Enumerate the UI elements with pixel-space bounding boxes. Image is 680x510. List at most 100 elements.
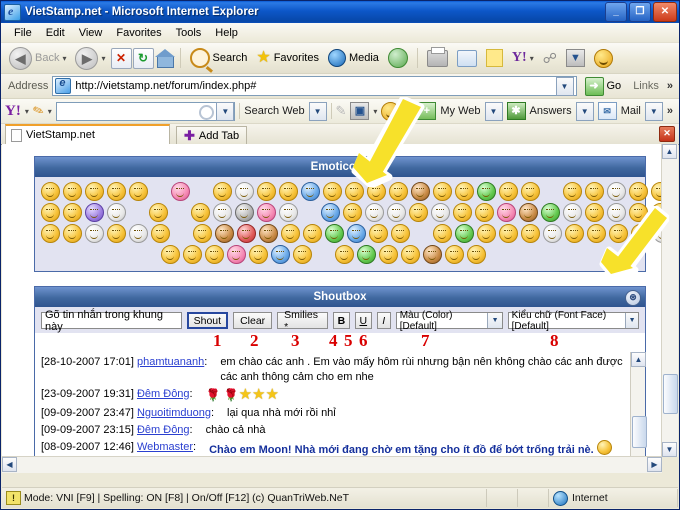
menu-item-favorites[interactable]: Favorites	[109, 25, 168, 41]
emoticon-button[interactable]	[279, 203, 298, 222]
emoticon-button[interactable]	[151, 224, 170, 243]
maximize-button[interactable]: ❐	[629, 2, 651, 22]
minimize-button[interactable]: _	[605, 2, 627, 22]
yahoo-messenger-button[interactable]	[590, 47, 617, 70]
shout-message-input[interactable]: Gõ tin nhắn trong khung này	[41, 309, 182, 333]
emoticon-button[interactable]	[477, 224, 496, 243]
emoticon-button[interactable]	[271, 245, 290, 264]
emoticon-button[interactable]	[237, 224, 256, 243]
my-web-button[interactable]: My Web	[440, 105, 480, 117]
emoticon-button[interactable]	[387, 203, 406, 222]
emoticon-button[interactable]	[259, 224, 278, 243]
emoticon-button[interactable]	[235, 203, 254, 222]
emoticon-button[interactable]	[499, 224, 518, 243]
emoticons-grid[interactable]	[35, 177, 662, 271]
emoticon-button[interactable]	[629, 182, 648, 201]
emoticon-button[interactable]	[213, 182, 232, 201]
page-scroll-down-button[interactable]: ▼	[662, 442, 677, 457]
emoticon-button[interactable]	[257, 203, 276, 222]
shoutbox-scroll-up-button[interactable]: ▲	[631, 352, 646, 367]
search-web-button[interactable]: Search Web	[244, 105, 304, 117]
emoticon-button[interactable]	[607, 203, 626, 222]
emoticon-button[interactable]	[411, 182, 430, 201]
download-button[interactable]: ▼	[562, 47, 589, 69]
home-button[interactable]	[154, 49, 175, 68]
emoticon-button[interactable]	[323, 182, 342, 201]
emoticon-button[interactable]	[467, 245, 486, 264]
emoticon-button[interactable]	[85, 224, 104, 243]
smilies-button[interactable]: Smilies *	[277, 309, 329, 333]
emoticon-button[interactable]	[497, 203, 516, 222]
emoticon-button[interactable]	[521, 224, 540, 243]
emoticon-button[interactable]	[565, 224, 584, 243]
emoticon-button[interactable]	[335, 245, 354, 264]
add-tab-button[interactable]: ✚ Add Tab	[176, 126, 248, 144]
emoticon-button[interactable]	[475, 203, 494, 222]
page-scroll-thumb[interactable]	[663, 374, 678, 414]
emoticon-button[interactable]	[585, 203, 604, 222]
emoticon-button[interactable]	[401, 245, 420, 264]
emoticon-button[interactable]	[321, 203, 340, 222]
emoticon-button[interactable]	[519, 203, 538, 222]
emoticon-button[interactable]	[631, 224, 650, 243]
emoticon-button[interactable]	[193, 224, 212, 243]
emoticon-button[interactable]	[343, 203, 362, 222]
emoticon-button[interactable]	[379, 245, 398, 264]
yahoo-logo-caret-icon[interactable]: ▾	[25, 107, 29, 116]
emoticon-button[interactable]	[63, 203, 82, 222]
emoticon-button[interactable]	[161, 245, 180, 264]
smiley-caret-icon[interactable]: ▾	[404, 107, 408, 116]
emoticon-button[interactable]	[541, 203, 560, 222]
back-button[interactable]: ◀ Back ▾	[5, 45, 70, 72]
shoutbox-vertical-scrollbar[interactable]: ▲ ▼	[630, 352, 647, 457]
emoticon-button[interactable]	[325, 224, 344, 243]
favorites-button[interactable]: ★ Favorites	[252, 49, 323, 67]
emoticon-button[interactable]	[433, 224, 452, 243]
yahoo-caret-icon[interactable]: ▾	[530, 54, 534, 63]
menu-item-help[interactable]: Help	[208, 25, 245, 41]
emoticon-button[interactable]	[63, 224, 82, 243]
emoticon-button[interactable]	[191, 203, 210, 222]
emoticon-button[interactable]	[107, 182, 126, 201]
address-overflow-icon[interactable]: »	[667, 80, 675, 92]
message-username[interactable]: Đêm Đông	[134, 387, 190, 404]
address-input[interactable]: http://vietstamp.net/forum/index.php# ▼	[52, 76, 577, 96]
emoticon-button[interactable]	[409, 203, 428, 222]
emoticon-button[interactable]	[41, 224, 60, 243]
pencil-icon[interactable]: ✎	[30, 102, 46, 121]
close-button[interactable]: ✕	[653, 2, 677, 22]
popup-blocker-icon[interactable]: ▣	[350, 102, 370, 120]
back-dropdown-caret-icon[interactable]: ▾	[62, 54, 66, 63]
emoticon-button[interactable]	[563, 203, 582, 222]
emoticon-button[interactable]	[347, 224, 366, 243]
emoticon-button[interactable]	[455, 224, 474, 243]
emoticon-button[interactable]	[107, 224, 126, 243]
refresh-button[interactable]: ↻	[132, 47, 154, 69]
emoticon-button[interactable]	[357, 245, 376, 264]
media-button[interactable]: Media	[324, 47, 383, 69]
answers-button[interactable]: Answers	[530, 105, 572, 117]
emoticon-button[interactable]	[499, 182, 518, 201]
emoticon-button[interactable]	[85, 203, 104, 222]
menu-item-tools[interactable]: Tools	[169, 25, 209, 41]
history-button[interactable]	[384, 46, 412, 70]
menu-item-edit[interactable]: Edit	[39, 25, 72, 41]
emoticon-button[interactable]	[41, 203, 60, 222]
italic-button[interactable]: I	[376, 312, 391, 329]
emoticon-button[interactable]	[235, 182, 254, 201]
address-dropdown-button[interactable]: ▼	[555, 76, 574, 96]
emoticon-button[interactable]	[455, 182, 474, 201]
edit-button[interactable]	[453, 48, 481, 69]
forward-dropdown-caret-icon[interactable]: ▾	[101, 54, 105, 63]
pencil-caret-icon[interactable]: ▾	[48, 107, 52, 116]
font-face-select[interactable]: Kiểu chữ (Font Face) [Default] ▼	[507, 310, 639, 332]
answers-dropdown-button[interactable]: ▼	[575, 101, 594, 121]
emoticon-button[interactable]	[423, 245, 442, 264]
emoticon-button[interactable]	[431, 203, 450, 222]
popup-caret-icon[interactable]: ▾	[373, 107, 377, 116]
emoticon-button[interactable]	[389, 182, 408, 201]
message-username[interactable]: Webmaster	[134, 440, 193, 457]
emoticon-button[interactable]	[129, 224, 148, 243]
emoticon-button[interactable]	[453, 203, 472, 222]
emoticon-button[interactable]	[171, 182, 190, 201]
